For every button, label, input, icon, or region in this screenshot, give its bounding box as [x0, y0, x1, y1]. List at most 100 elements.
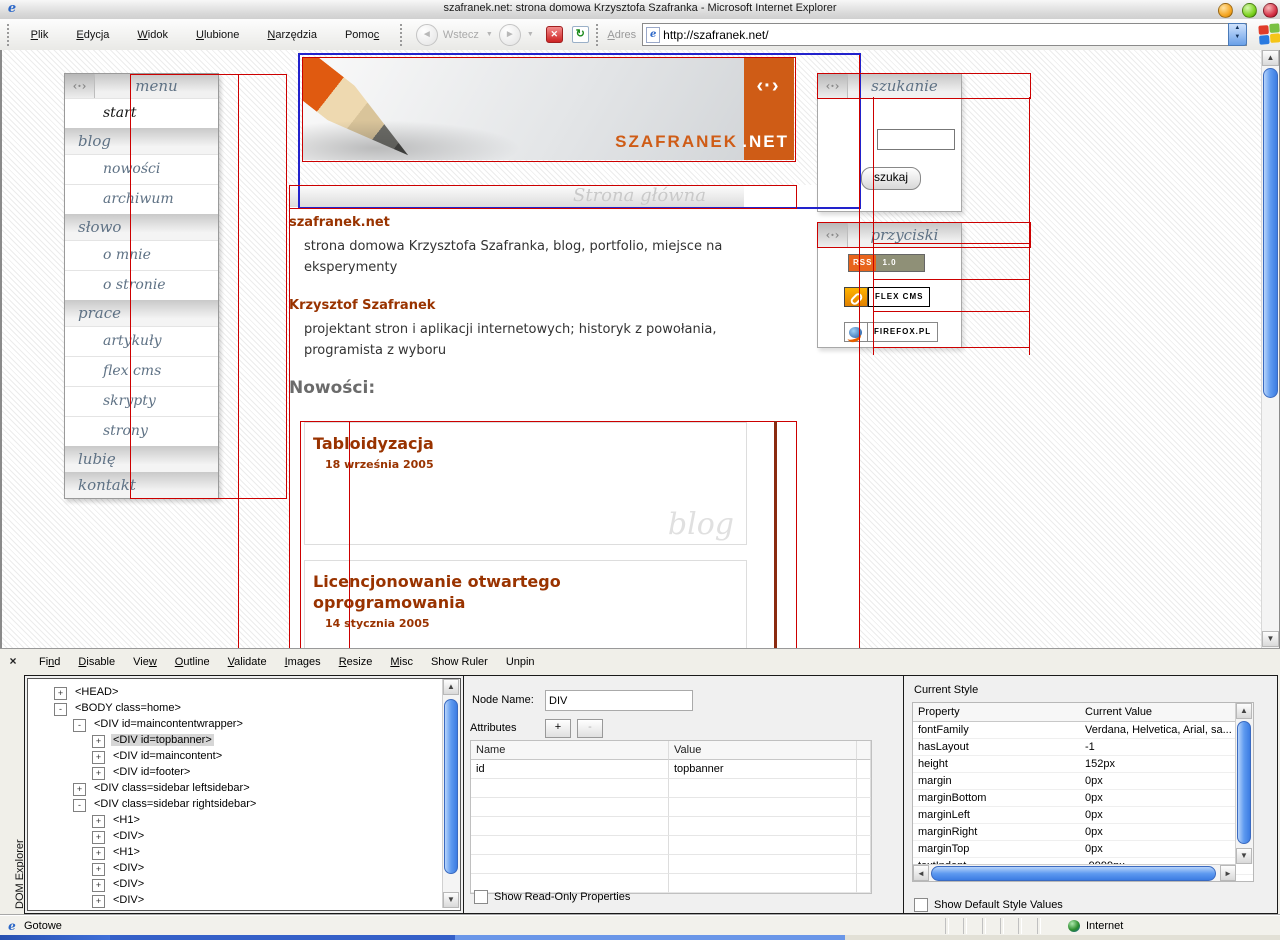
tree-node-label[interactable]: <DIV class=sidebar leftsidebar> [92, 782, 252, 794]
dom-tree-node[interactable]: + <DIV> [28, 860, 460, 876]
devtools-menu-item[interactable]: View [124, 653, 166, 671]
column-header[interactable]: Name [471, 741, 669, 760]
style-property[interactable]: hasLayout [913, 739, 1080, 756]
stop-icon[interactable]: ✕ [546, 26, 563, 43]
attribute-name[interactable] [471, 817, 669, 836]
top-banner[interactable]: ‹·› SZAFRANEK .NET [302, 57, 794, 160]
style-row[interactable]: height 152px [913, 756, 1253, 773]
scroll-right-icon[interactable]: ► [1220, 865, 1236, 881]
devtools-menu-item[interactable]: Validate [219, 653, 276, 671]
style-value[interactable]: -1 [1080, 739, 1253, 756]
scrollbar-thumb[interactable] [931, 866, 1216, 881]
style-value[interactable]: Verdana, Helvetica, Arial, sa... [1080, 722, 1253, 739]
attribute-name[interactable]: id [471, 760, 669, 779]
page-scrollbar[interactable]: ▲ ▼ [1261, 50, 1279, 648]
sidebar-link[interactable]: strony [65, 416, 218, 446]
devtools-menu-item[interactable]: Disable [69, 653, 124, 671]
search-input[interactable] [877, 129, 955, 150]
devtools-menu-item[interactable]: Unpin [497, 653, 544, 671]
dom-tree-node[interactable]: +<DIV class=sidebar leftsidebar> [28, 780, 460, 796]
close-button[interactable] [1263, 3, 1278, 18]
dom-tree-node[interactable]: + <H1> [28, 812, 460, 828]
sidebar-link[interactable]: prace [65, 300, 218, 326]
tree-expand-icon[interactable]: + [92, 895, 105, 908]
style-property[interactable]: marginLeft [913, 807, 1080, 824]
style-row[interactable]: marginTop 0px [913, 841, 1253, 858]
scroll-down-icon[interactable]: ▼ [443, 892, 459, 908]
dom-tree-node[interactable]: +<DIV> [28, 876, 460, 892]
attribute-row[interactable]: id topbanner [471, 760, 871, 779]
attribute-name[interactable] [471, 779, 669, 798]
tree-expand-icon[interactable]: - [54, 703, 67, 716]
tree-expand-icon[interactable]: + [92, 751, 105, 764]
tree-expand-icon[interactable]: + [92, 863, 105, 876]
menu-item[interactable]: Ulubione [182, 20, 253, 50]
menu-item[interactable]: Plik [17, 20, 63, 50]
style-property[interactable]: marginTop [913, 841, 1080, 858]
search-button[interactable]: szukaj [861, 167, 921, 190]
toolbar-grip[interactable] [596, 24, 601, 46]
scroll-down-icon[interactable]: ▼ [1236, 848, 1252, 864]
tree-expand-icon[interactable]: + [92, 815, 105, 828]
sidebar-link[interactable]: słowo [65, 214, 218, 240]
menu-item[interactable]: Edycja [62, 20, 123, 50]
style-value[interactable]: 152px [1080, 756, 1253, 773]
scrollbar-thumb[interactable] [1237, 721, 1251, 844]
sidebar-link[interactable]: blog [65, 128, 218, 154]
attribute-value[interactable] [669, 874, 857, 893]
style-value[interactable]: 0px [1080, 773, 1253, 790]
dom-tree-node[interactable]: +<HEAD> [28, 684, 460, 700]
sidebar-link[interactable]: lubię [65, 446, 218, 472]
dom-tree-node[interactable]: +<H1> [28, 844, 460, 860]
tree-node-label[interactable]: <DIV> [111, 862, 146, 874]
column-header[interactable]: Property [913, 703, 1080, 722]
devtools-menu-item[interactable]: Show Ruler [422, 653, 497, 671]
site-badge[interactable]: FLEX CMS [844, 287, 930, 307]
style-scrollbar-horizontal[interactable]: ◄ ► [913, 864, 1236, 882]
menu-item[interactable]: Widok [123, 20, 182, 50]
tree-node-label[interactable]: <DIV> [111, 830, 146, 842]
style-value[interactable]: 0px [1080, 841, 1253, 858]
attribute-row[interactable] [471, 836, 871, 855]
devtools-menu-item[interactable]: Find [30, 653, 69, 671]
dom-tree-node[interactable]: +<DIV id=maincontent> [28, 748, 460, 764]
style-row[interactable]: margin 0px [913, 773, 1253, 790]
dom-tree-node[interactable]: -<DIV class=sidebar rightsidebar> [28, 796, 460, 812]
defaults-checkbox[interactable] [914, 898, 928, 912]
tree-node-label[interactable]: <DIV id=topbanner> [111, 734, 214, 746]
address-dropdown-icon[interactable]: ▲▼ [1228, 23, 1247, 46]
devtools-menu-item[interactable]: Resize [330, 653, 382, 671]
toolbar-grip[interactable] [7, 24, 12, 46]
panel-close-icon[interactable]: × [5, 653, 21, 669]
attribute-row[interactable] [471, 855, 871, 874]
tree-node-label[interactable]: <DIV> [111, 894, 146, 906]
dom-tree-node[interactable]: -<DIV id=maincontentwrapper> [28, 716, 460, 732]
dom-tree-node[interactable]: +<DIV id=footer> [28, 764, 460, 780]
tree-node-label[interactable]: <BODY class=home> [73, 702, 183, 714]
add-attribute-button[interactable]: + [545, 719, 571, 738]
attribute-row[interactable] [471, 779, 871, 798]
tree-node-label[interactable]: <H1> [111, 846, 142, 858]
style-scrollbar-vertical[interactable]: ▲ ▼ [1235, 703, 1253, 864]
scroll-up-icon[interactable]: ▲ [1236, 703, 1252, 719]
dom-tree-node[interactable]: -<BODY class=home> [28, 700, 460, 716]
tree-scrollbar[interactable]: ▲ ▼ [442, 679, 460, 908]
tree-node-label[interactable]: <DIV class=sidebar rightsidebar> [92, 798, 258, 810]
refresh-icon[interactable]: ↻ [572, 26, 589, 43]
menu-item[interactable]: Pomoc [331, 20, 393, 50]
site-badge[interactable]: FIREFOX.PL [844, 322, 938, 342]
devtools-menu-item[interactable]: Misc [381, 653, 422, 671]
sidebar-link[interactable]: archiwum [65, 184, 218, 214]
tree-node-label[interactable]: <H1> [111, 814, 142, 826]
forward-dropdown-icon[interactable]: ▼ [527, 31, 534, 38]
attribute-row[interactable] [471, 798, 871, 817]
column-header[interactable]: Current Value [1080, 703, 1253, 722]
readonly-checkbox[interactable] [474, 890, 488, 904]
style-value[interactable]: 0px [1080, 807, 1253, 824]
tree-expand-icon[interactable]: - [73, 799, 86, 812]
attribute-value[interactable] [669, 855, 857, 874]
attribute-value[interactable] [669, 836, 857, 855]
sidebar-link[interactable]: skrypty [65, 386, 218, 416]
tree-expand-icon[interactable]: - [73, 719, 86, 732]
attribute-name[interactable] [471, 855, 669, 874]
